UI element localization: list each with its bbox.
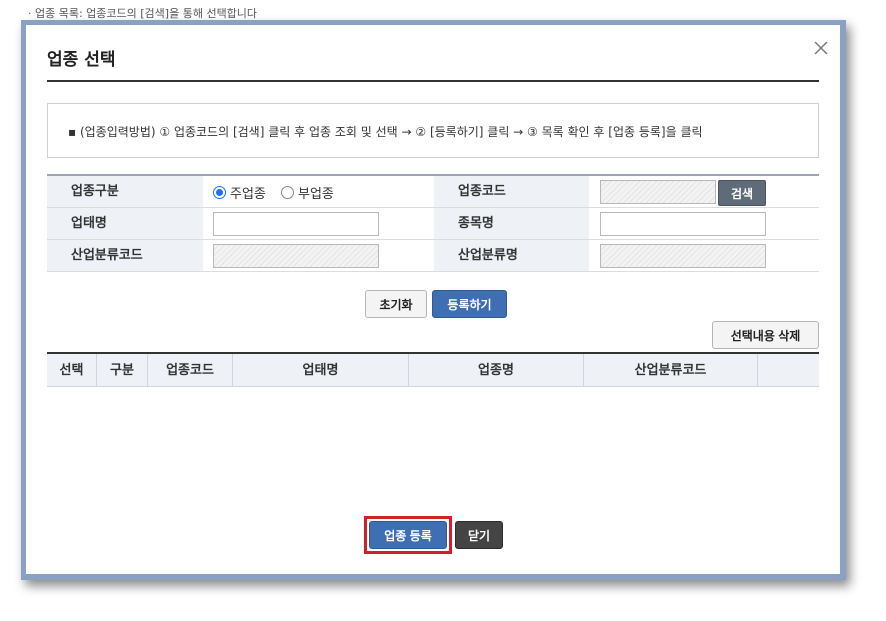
form-row-business: 업태명 종목명 bbox=[47, 208, 819, 240]
code-cell: 검색 bbox=[600, 180, 766, 206]
industry-grid-header: 선택 구분 업종코드 업태명 업종명 산업분류코드 bbox=[47, 352, 819, 387]
code-label: 업종코드 bbox=[434, 176, 589, 207]
column-industry-name: 업종명 bbox=[409, 354, 584, 387]
form-row-industry: 산업분류코드 산업분류명 bbox=[47, 240, 819, 272]
instruction-box: ▪ (업종입력방법) ① 업종코드의 [검색] 클릭 후 업종 조회 및 선택 … bbox=[47, 103, 819, 158]
radio-sub-label: 부업종 bbox=[297, 186, 334, 202]
item-name-input[interactable] bbox=[600, 212, 766, 236]
instruction-text: ▪ (업종입력방법) ① 업종코드의 [검색] 클릭 후 업종 조회 및 선택 … bbox=[68, 125, 703, 139]
form-row-type: 업종구분 주업종 부업종 업종코드 검색 bbox=[47, 176, 819, 208]
title-divider bbox=[47, 80, 819, 82]
industry-classification-code-input[interactable] bbox=[213, 244, 379, 268]
industry-code-input[interactable] bbox=[600, 180, 716, 204]
background-hint: · 업종 목록: 업종코드의 [검색]을 통해 선택합니다 bbox=[28, 8, 258, 20]
radio-selected-icon[interactable] bbox=[213, 185, 226, 199]
industry-name-label: 산업분류명 bbox=[434, 240, 589, 271]
industry-code-label: 산업분류코드 bbox=[47, 240, 203, 271]
radio-unselected-icon[interactable] bbox=[280, 185, 294, 199]
column-code: 업종코드 bbox=[148, 354, 233, 387]
submit-industry-button[interactable]: 업종 등록 bbox=[369, 521, 447, 549]
industry-classification-name-input[interactable] bbox=[600, 244, 766, 268]
close-icon[interactable] bbox=[812, 39, 830, 57]
item-label: 종목명 bbox=[434, 208, 589, 239]
radio-main-industry[interactable]: 주업종 bbox=[213, 180, 266, 204]
radio-main-label: 주업종 bbox=[230, 186, 266, 202]
column-select: 선택 bbox=[47, 354, 97, 387]
industry-select-dialog: 업종 선택 ▪ (업종입력방법) ① 업종코드의 [검색] 클릭 후 업종 조회… bbox=[26, 25, 840, 574]
dialog-title: 업종 선택 bbox=[47, 50, 116, 70]
register-button[interactable]: 등록하기 bbox=[432, 290, 507, 318]
close-button[interactable]: 닫기 bbox=[455, 521, 503, 549]
business-label: 업태명 bbox=[47, 208, 203, 239]
search-form: 업종구분 주업종 부업종 업종코드 검색 업태명 종목명 산업분류코드 산업분류… bbox=[47, 174, 819, 272]
column-extra bbox=[758, 354, 819, 387]
type-label: 업종구분 bbox=[47, 176, 203, 207]
reset-button[interactable]: 초기화 bbox=[365, 290, 427, 318]
column-type: 구분 bbox=[97, 354, 148, 387]
column-classification-code: 산업분류코드 bbox=[584, 354, 758, 387]
type-radio-group: 주업종 부업종 bbox=[213, 180, 344, 204]
column-business: 업태명 bbox=[233, 354, 409, 387]
search-button[interactable]: 검색 bbox=[718, 180, 766, 206]
radio-sub-industry[interactable]: 부업종 bbox=[280, 180, 334, 204]
business-type-input[interactable] bbox=[213, 212, 379, 236]
delete-selected-button[interactable]: 선택내용 삭제 bbox=[712, 321, 819, 349]
